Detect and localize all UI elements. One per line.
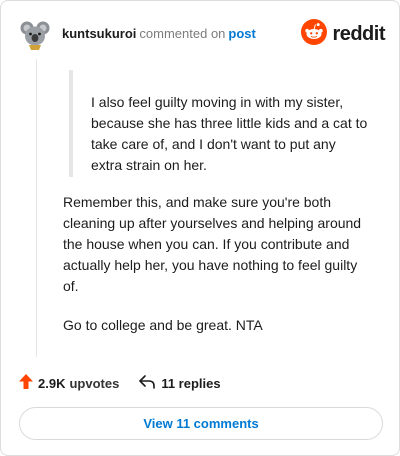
upvote-arrow-icon bbox=[19, 374, 33, 392]
comment-paragraph: Go to college and be great. NTA bbox=[63, 317, 263, 333]
action-text: commented on bbox=[139, 26, 226, 41]
quoted-text: I also feel guilty moving in with my sis… bbox=[69, 70, 369, 177]
comment-paragraph: Remember this, and make sure you're both… bbox=[63, 194, 362, 294]
reddit-logo[interactable]: reddit bbox=[301, 18, 385, 50]
replies-button[interactable]: 11 replies bbox=[139, 374, 221, 392]
replies-count: 11 replies bbox=[161, 375, 221, 391]
comment-body: Remember this, and make sure you're both… bbox=[63, 192, 373, 354]
post-link[interactable]: post bbox=[228, 26, 255, 41]
koala-avatar-icon[interactable] bbox=[18, 17, 52, 51]
thread-line[interactable] bbox=[36, 59, 37, 357]
comment-header: kuntsukuroi commented on post reddit bbox=[18, 15, 385, 53]
upvote-count: 2.9K bbox=[38, 375, 66, 391]
upvote-label: upvotes bbox=[69, 375, 120, 391]
reddit-wordmark: reddit bbox=[332, 22, 385, 45]
comment-meta: kuntsukuroi commented on post bbox=[62, 25, 256, 43]
comment-card: kuntsukuroicommented onpost reddit I a bbox=[0, 0, 400, 456]
username-link[interactable]: kuntsukuroi bbox=[62, 26, 136, 41]
upvote-button[interactable]: 2.9K upvotes bbox=[19, 374, 119, 392]
comment-footer: 2.9K upvotes 11 replies bbox=[19, 372, 221, 394]
reply-arrow-icon bbox=[139, 374, 156, 392]
reddit-alien-icon bbox=[301, 18, 328, 50]
view-comments-button[interactable]: View 11 comments bbox=[19, 407, 383, 440]
